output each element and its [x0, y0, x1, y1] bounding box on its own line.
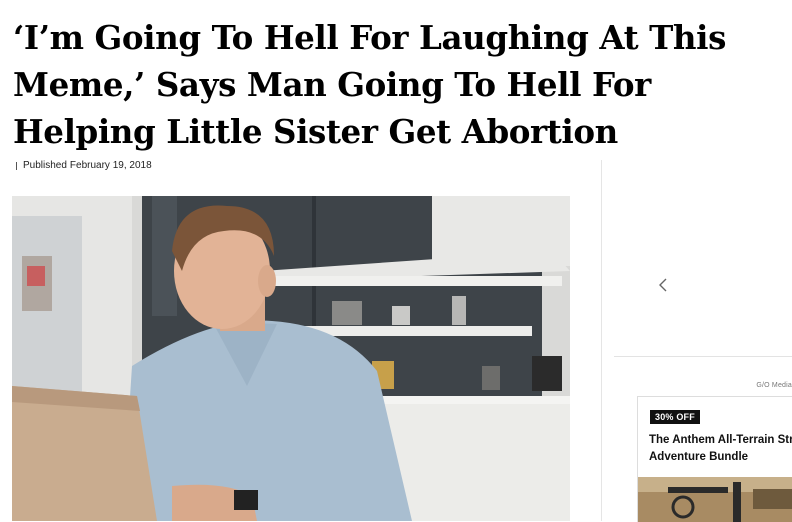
deal-title-line-2: Adventure Bundle	[649, 451, 749, 463]
ad-provider-label: G/O Media	[756, 382, 792, 389]
deal-title-line-1: The Anthem All-Terrain Strolle	[649, 434, 792, 446]
published-date: February 19, 2018	[69, 160, 152, 171]
deal-card[interactable]: 30% OFF The Anthem All-Terrain Strolle A…	[637, 396, 792, 522]
deal-title[interactable]: The Anthem All-Terrain Strolle Adventure…	[649, 432, 792, 466]
chevron-left-icon	[658, 278, 668, 297]
byline: Published February 19, 2018	[16, 160, 152, 171]
byline-divider	[16, 161, 17, 170]
carousel-prev-button[interactable]	[655, 278, 671, 296]
article-headline: ‘I’m Going To Hell For Laughing At This …	[13, 18, 726, 151]
deal-product-image[interactable]	[638, 477, 792, 522]
sidebar-rule	[614, 356, 792, 357]
published-label: Published	[23, 160, 67, 171]
article-hero-image	[12, 196, 570, 521]
discount-badge: 30% OFF	[650, 410, 700, 424]
sidebar-divider	[601, 160, 602, 521]
